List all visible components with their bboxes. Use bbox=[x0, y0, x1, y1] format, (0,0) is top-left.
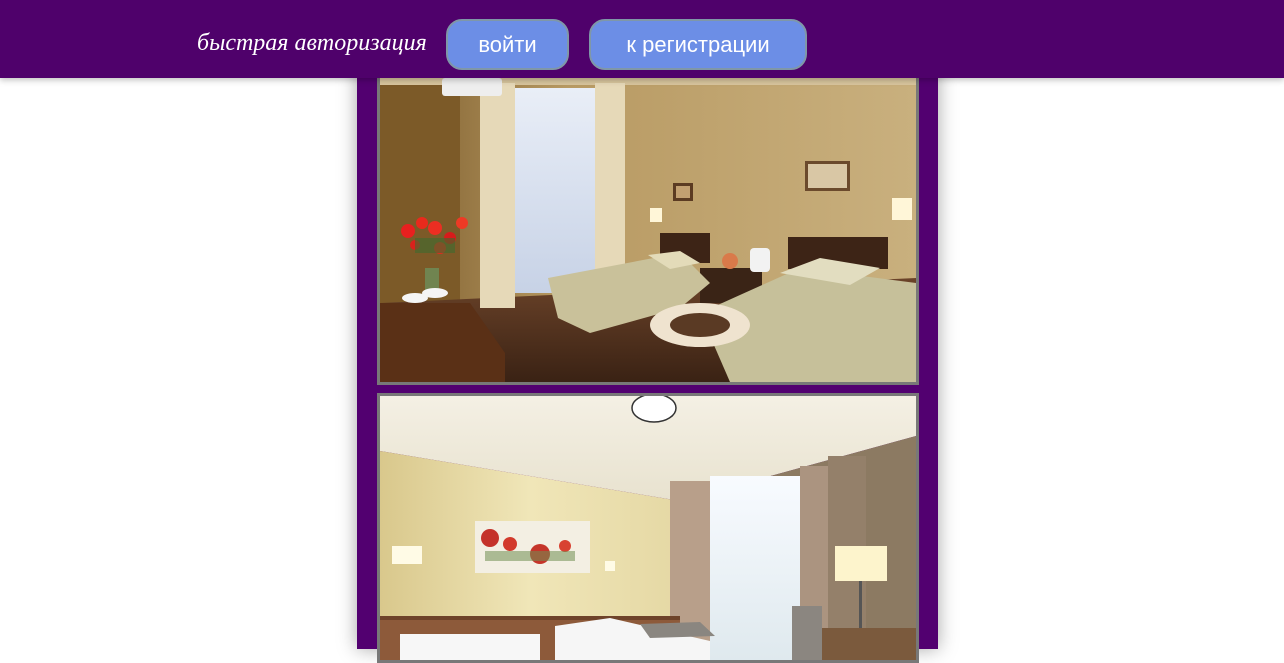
room-photo-twin-beds[interactable] bbox=[377, 60, 919, 385]
register-button[interactable]: к регистрации bbox=[589, 19, 807, 70]
top-navigation-bar: быстрая авторизация войти к регистрации bbox=[0, 0, 1284, 78]
quick-auth-label: быстрая авторизация bbox=[197, 30, 427, 56]
room-photo-twin-beds-image bbox=[380, 63, 916, 382]
room-photo-poppy-painting-image bbox=[380, 396, 916, 660]
login-button[interactable]: войти bbox=[446, 19, 569, 70]
gallery-column bbox=[357, 0, 938, 663]
room-photo-poppy-painting[interactable] bbox=[377, 393, 919, 663]
